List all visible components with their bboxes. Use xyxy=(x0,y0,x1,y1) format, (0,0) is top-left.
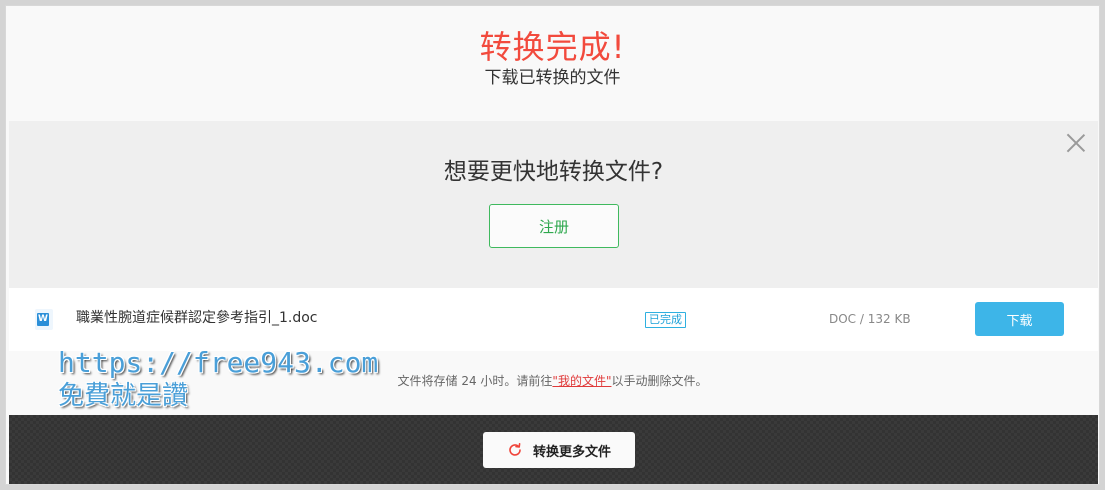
refresh-icon xyxy=(509,443,521,456)
signup-promo-banner: 想要更快地转换文件? 注册 xyxy=(9,121,1098,288)
bottom-bar: 转换更多文件 xyxy=(9,415,1098,484)
file-row: W 職業性腕道症候群認定參考指引_1.doc 已完成 DOC / 132 KB … xyxy=(9,288,1098,351)
convert-more-label: 转换更多文件 xyxy=(532,444,611,460)
page-subtitle: 下载已转换的文件 xyxy=(484,68,621,88)
my-files-link[interactable]: "我的文件" xyxy=(552,374,611,388)
conversion-result-panel: 转换完成! 下载已转换的文件 想要更快地转换文件? 注册 W 職業性腕道症候群認… xyxy=(5,5,1100,485)
status-badge: 已完成 xyxy=(645,312,686,328)
word-doc-icon: W xyxy=(35,309,53,330)
storage-note-prefix: 文件将存储 24 小时。请前往 xyxy=(397,374,553,388)
file-name: 職業性腕道症候群認定參考指引_1.doc xyxy=(76,310,318,326)
storage-note: 文件将存储 24 小时。请前往"我的文件"以手动删除文件。 xyxy=(6,372,1099,390)
promo-title: 想要更快地转换文件? xyxy=(443,159,664,185)
download-button[interactable]: 下载 xyxy=(975,302,1064,336)
storage-note-suffix: 以手动删除文件。 xyxy=(611,374,708,388)
convert-more-button[interactable]: 转换更多文件 xyxy=(483,432,635,468)
close-icon[interactable] xyxy=(1066,133,1086,153)
page-title: 转换完成! xyxy=(479,28,626,66)
register-button[interactable]: 注册 xyxy=(489,204,619,248)
file-meta: DOC / 132 KB xyxy=(829,312,911,326)
